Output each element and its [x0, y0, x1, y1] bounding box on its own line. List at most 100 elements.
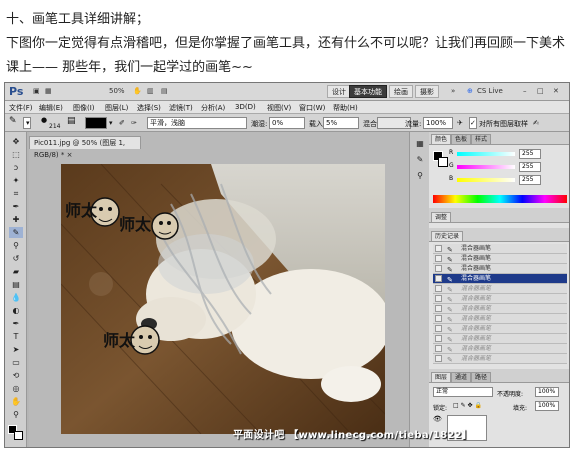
lasso-tool-icon[interactable]: ↄ — [9, 162, 23, 173]
r-track[interactable] — [457, 152, 515, 156]
history-item[interactable]: ✎ 混合器画笔 — [433, 314, 567, 324]
tool-preset-dropdown[interactable]: ▾ — [23, 117, 31, 129]
tab-color[interactable]: 颜色 — [431, 134, 452, 144]
menu-3d[interactable]: 3D(D) — [235, 103, 256, 111]
clone-stamp-tool-icon[interactable]: ⚲ — [9, 240, 23, 251]
load-input[interactable]: 5% — [323, 117, 359, 129]
bridge-icon[interactable]: ▦ — [45, 87, 52, 95]
screen-mode-icon[interactable]: ▤ — [161, 87, 168, 95]
tab-styles[interactable]: 样式 — [471, 134, 492, 144]
hand-tool-icon[interactable]: ✋ — [9, 396, 23, 407]
history-item[interactable]: ✎ 混合器画笔 — [433, 304, 567, 314]
workspace-essentials[interactable]: 基本功能 — [349, 85, 387, 98]
tab-swatches[interactable]: 色板 — [451, 134, 472, 144]
arrange-icon[interactable]: ▥ — [147, 87, 154, 95]
brush-tip-icon[interactable]: ● — [41, 116, 47, 124]
gradient-tool-icon[interactable]: ▤ — [9, 279, 23, 290]
menu-image[interactable]: 图像(I) — [73, 103, 95, 113]
cs-live-button[interactable]: CS Live — [477, 87, 503, 95]
tab-history[interactable]: 历史记录 — [431, 231, 464, 241]
zoom-tool-icon[interactable]: ⚲ — [9, 409, 23, 420]
history-item[interactable]: ✎ 混合器画笔 — [433, 254, 567, 264]
mixer-brush-tool-icon[interactable]: ✎ — [9, 116, 17, 126]
blur-tool-icon[interactable]: 💧 — [9, 292, 23, 303]
g-value[interactable]: 255 — [519, 162, 541, 172]
tab-channels[interactable]: 通道 — [451, 372, 472, 382]
menu-help[interactable]: 帮助(H) — [333, 103, 358, 113]
load-swatch[interactable] — [85, 117, 107, 129]
move-tool-icon[interactable]: ✥ — [9, 136, 23, 147]
menu-view[interactable]: 视图(V) — [267, 103, 291, 113]
menu-window[interactable]: 窗口(W) — [299, 103, 325, 113]
menu-file[interactable]: 文件(F) — [9, 103, 33, 113]
history-item[interactable]: ✎ 混合器画笔 — [433, 344, 567, 354]
clone-source-panel-icon[interactable]: ⚲ — [413, 170, 427, 181]
mini-bridge-panel-icon[interactable]: ▦ — [413, 138, 427, 149]
workspace-painting[interactable]: 绘画 — [389, 85, 413, 98]
history-source-checkbox[interactable] — [435, 285, 442, 292]
swatch-dropdown-icon[interactable]: ▾ — [109, 119, 113, 127]
b-value[interactable]: 255 — [519, 175, 541, 185]
clean-brush-icon[interactable]: ✑ — [131, 119, 137, 127]
wetness-input[interactable]: 0% — [269, 117, 305, 129]
menu-select[interactable]: 选择(S) — [137, 103, 161, 113]
close-tab-icon[interactable]: × — [67, 151, 73, 159]
g-track[interactable] — [457, 165, 515, 169]
load-brush-icon[interactable]: ✐ — [119, 119, 125, 127]
menu-analysis[interactable]: 分析(A) — [201, 103, 225, 113]
tab-paths[interactable]: 路径 — [471, 372, 492, 382]
image-canvas[interactable]: 师太 师太 师太 — [61, 164, 385, 434]
dodge-tool-icon[interactable]: ◐ — [9, 305, 23, 316]
menu-edit[interactable]: 编辑(E) — [39, 103, 63, 113]
fill-input[interactable]: 100% — [535, 401, 559, 411]
opacity-input[interactable]: 100% — [535, 387, 559, 397]
tab-adjustments[interactable]: 调整 — [431, 212, 452, 222]
tablet-pressure-icon[interactable]: ✍ — [533, 119, 539, 127]
history-source-checkbox[interactable] — [435, 325, 442, 332]
eraser-tool-icon[interactable]: ▰ — [9, 266, 23, 277]
history-item[interactable]: ✎ 混合器画笔 — [433, 284, 567, 294]
mode-dropdown[interactable]: 平滑，浅脑 — [147, 117, 247, 129]
history-source-checkbox[interactable] — [435, 265, 442, 272]
history-source-checkbox[interactable] — [435, 335, 442, 342]
marquee-tool-icon[interactable]: ⬚ — [9, 149, 23, 160]
close-icon[interactable]: ✕ — [553, 87, 559, 95]
3d-rotate-tool-icon[interactable]: ⟲ — [9, 370, 23, 381]
eyedropper-tool-icon[interactable]: ✒ — [9, 201, 23, 212]
history-source-checkbox[interactable] — [435, 275, 442, 282]
crop-tool-icon[interactable]: ⌗ — [9, 188, 23, 199]
visibility-eye-icon[interactable]: 👁 — [433, 415, 443, 425]
menu-layer[interactable]: 图层(L) — [105, 103, 128, 113]
path-select-tool-icon[interactable]: ➤ — [9, 344, 23, 355]
history-item[interactable]: ✎ 混合器画笔 — [433, 334, 567, 344]
history-item-current[interactable]: ✎ 混合器画笔 — [433, 274, 567, 284]
history-item[interactable]: ✎ 混合器画笔 — [433, 324, 567, 334]
lock-icons[interactable]: □ ✎ ✥ 🔒 — [453, 402, 482, 409]
chevron-right-icon[interactable]: » — [451, 87, 455, 95]
airbrush-icon[interactable]: ✈ — [457, 119, 463, 127]
r-value[interactable]: 255 — [519, 149, 541, 159]
history-item[interactable]: ✎ 混合器画笔 — [433, 244, 567, 254]
brush-panel-dock-icon[interactable]: ✎ — [413, 154, 427, 165]
minimize-icon[interactable]: – — [523, 87, 527, 95]
history-item[interactable]: ✎ 混合器画笔 — [433, 294, 567, 304]
b-track[interactable] — [457, 178, 515, 182]
brush-panel-icon[interactable]: ▤ — [67, 116, 76, 126]
history-source-checkbox[interactable] — [435, 245, 442, 252]
blend-mode-dropdown[interactable]: 正常 — [433, 387, 493, 397]
sample-all-checkbox[interactable]: ✓ — [469, 117, 477, 129]
quick-select-tool-icon[interactable]: ✦ — [9, 175, 23, 186]
history-source-checkbox[interactable] — [435, 345, 442, 352]
brush-tool-icon[interactable]: ✎ — [9, 227, 23, 238]
color-bg-swatch[interactable] — [438, 157, 448, 167]
history-item[interactable]: ✎ 混合器画笔 — [433, 264, 567, 274]
color-spectrum-bar[interactable] — [433, 195, 567, 203]
mini-bridge-icon[interactable]: ▣ — [33, 87, 40, 95]
history-source-checkbox[interactable] — [435, 295, 442, 302]
menu-filter[interactable]: 滤镜(T) — [169, 103, 193, 113]
flow-input[interactable]: 100% — [423, 117, 453, 129]
history-item[interactable]: ✎ 混合器画笔 — [433, 354, 567, 364]
workspace-design[interactable]: 设计 — [327, 85, 351, 98]
hand-mode-icon[interactable]: ✋ — [133, 87, 142, 95]
3d-camera-tool-icon[interactable]: ◎ — [9, 383, 23, 394]
